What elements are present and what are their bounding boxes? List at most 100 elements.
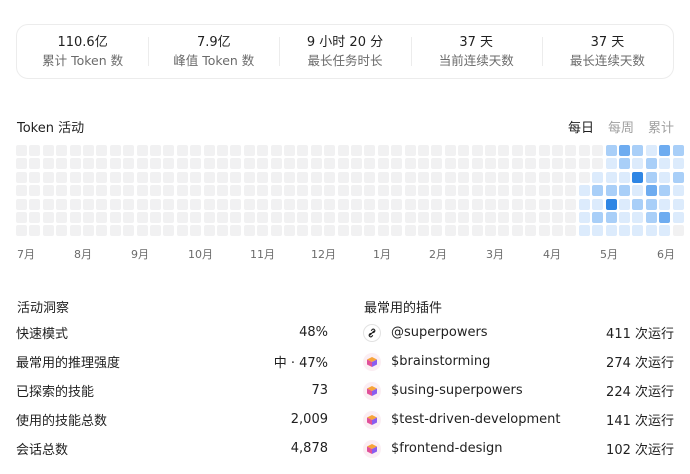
heatmap-cell: [552, 212, 563, 223]
heatmap-cell: [42, 158, 54, 170]
heatmap-cell: [565, 185, 577, 197]
heatmap-cell: [458, 171, 470, 183]
list-item: 已探索的技能 73: [16, 376, 328, 405]
link-icon: [363, 323, 381, 342]
heatmap-cell: [391, 212, 403, 223]
heatmap-cell: [498, 185, 510, 197]
heatmap-cell: [217, 225, 228, 237]
heatmap-cell: [351, 158, 362, 170]
heatmap-cell: [458, 185, 470, 197]
heatmap-cell: [176, 158, 188, 170]
insights-title: 活动洞察: [17, 301, 70, 316]
heatmap-cell: [364, 145, 376, 156]
heatmap-cell: [431, 145, 443, 156]
heatmap-cell: [56, 198, 68, 210]
tab-cumulative[interactable]: 累计: [648, 117, 674, 136]
summary-stats: 110.6亿 累计 Token 数 7.9亿 峰值 Token 数 9 小时 2…: [16, 24, 674, 79]
heatmap-cell: [257, 225, 269, 237]
cube-icon: [363, 439, 381, 458]
heatmap-cell: [310, 198, 322, 210]
heatmap-cell: [42, 145, 54, 156]
heatmap-cell: [243, 158, 255, 170]
heatmap-cell: [109, 158, 121, 170]
heatmap-cell: [176, 212, 188, 223]
heatmap-cell: [163, 185, 175, 197]
heatmap-cell: [190, 158, 202, 170]
plugin-count: 224 次运行: [606, 385, 674, 400]
heatmap-cell: [538, 198, 550, 210]
heatmap-cell: [297, 225, 309, 237]
heatmap-cell: [29, 171, 41, 183]
list-item[interactable]: $test-driven-development 141 次运行: [363, 405, 674, 434]
heatmap-cell: [632, 198, 644, 210]
heatmap-cell: [257, 212, 269, 223]
month-label: 5月: [600, 248, 618, 261]
heatmap-cell: [257, 198, 269, 210]
heatmap-cell: [525, 158, 537, 170]
insights-list: 快速模式 48% 最常用的推理强度 中 · 47% 已探索的技能 73 使用的技…: [16, 318, 328, 463]
heatmap-cell: [297, 212, 309, 223]
heatmap-cell: [190, 225, 202, 237]
heatmap-cell: [404, 171, 416, 183]
heatmap-cell: [538, 212, 550, 223]
heatmap-cell: [96, 198, 108, 210]
tab-weekly[interactable]: 每周: [608, 117, 634, 136]
heatmap-cell: [163, 225, 175, 237]
plugin-count: 141 次运行: [606, 414, 674, 429]
heatmap-cell: [672, 145, 684, 156]
heatmap-cell: [377, 158, 389, 170]
heatmap-cell: [96, 171, 108, 183]
heatmap-cell: [257, 158, 269, 170]
heatmap-cell: [203, 225, 215, 237]
heatmap-cell: [511, 171, 523, 183]
heatmap-cell: [632, 225, 644, 237]
heatmap-cell: [444, 171, 456, 183]
month-labels: 7月 8月 9月 10月 11月 12月 1月 2月 3月 4月 5月 6月: [0, 246, 690, 262]
heatmap-cell: [592, 198, 604, 210]
stat-label: 最长连续天数: [569, 52, 645, 68]
heatmap-cell: [150, 198, 161, 210]
heatmap-cell: [565, 158, 577, 170]
month-label: 4月: [543, 248, 561, 261]
heatmap-cell: [471, 225, 483, 237]
list-item[interactable]: $frontend-design 102 次运行: [363, 434, 674, 463]
heatmap-cell: [444, 212, 456, 223]
heatmap-cell: [109, 185, 121, 197]
heatmap-cell: [109, 225, 121, 237]
heatmap-cell: [538, 145, 550, 156]
heatmap-cell: [29, 158, 41, 170]
heatmap-cell: [284, 212, 295, 223]
list-item[interactable]: $using-superpowers 224 次运行: [363, 376, 674, 405]
heatmap-cell: [645, 185, 657, 197]
heatmap-cell: [176, 185, 188, 197]
heatmap-cell: [42, 198, 54, 210]
heatmap-cell: [391, 198, 403, 210]
heatmap-cell: [270, 212, 282, 223]
heatmap-cell: [404, 212, 416, 223]
heatmap-cell: [471, 158, 483, 170]
heatmap-cell: [123, 225, 135, 237]
heatmap-cell: [672, 225, 684, 237]
heatmap-cell: [203, 158, 215, 170]
heatmap-cell: [498, 158, 510, 170]
heatmap-cell: [217, 198, 228, 210]
heatmap-cell: [297, 171, 309, 183]
heatmap-cell: [337, 158, 349, 170]
heatmap-cell: [645, 212, 657, 223]
heatmap-cell: [404, 225, 416, 237]
heatmap-cell: [203, 185, 215, 197]
heatmap-cell: [418, 185, 429, 197]
heatmap-cell: [645, 158, 657, 170]
tab-daily[interactable]: 每日: [568, 117, 594, 136]
list-item[interactable]: @superpowers 411 次运行: [363, 318, 674, 347]
heatmap-cell: [525, 145, 537, 156]
heatmap-cell: [485, 198, 496, 210]
heatmap-cell: [525, 185, 537, 197]
list-item[interactable]: $brainstorming 274 次运行: [363, 347, 674, 376]
heatmap-cell: [511, 225, 523, 237]
heatmap-cell: [444, 145, 456, 156]
heatmap-cell: [498, 171, 510, 183]
heatmap-cell: [418, 145, 429, 156]
heatmap-cell: [364, 212, 376, 223]
stat-value: 37 天: [459, 34, 494, 50]
